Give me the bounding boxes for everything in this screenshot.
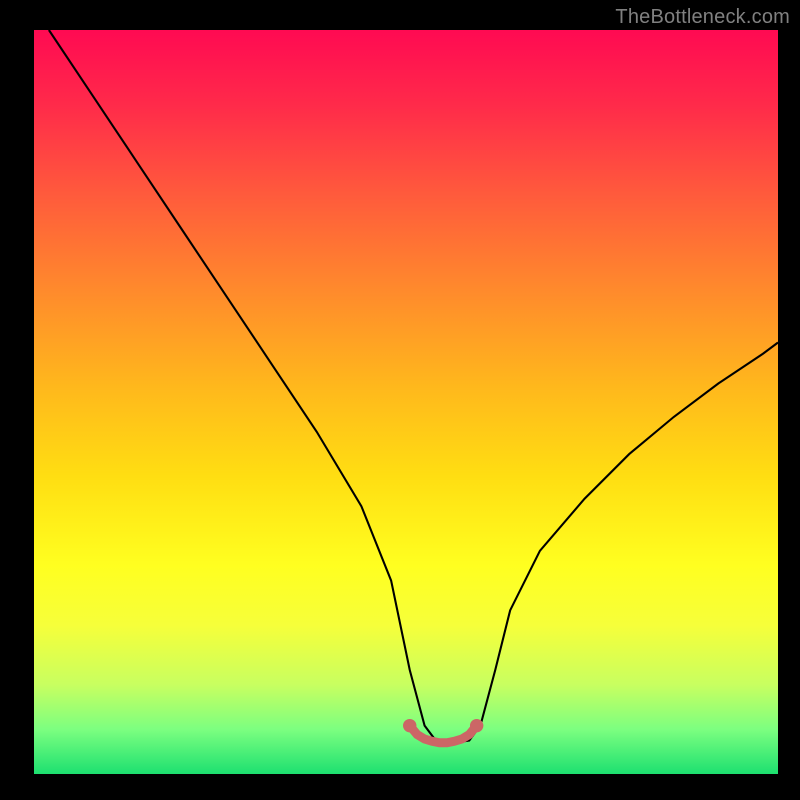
plot-area <box>34 30 778 774</box>
flat-bottom-dot-left <box>403 719 416 732</box>
chart-svg <box>34 30 778 774</box>
flat-bottom-line <box>410 726 477 743</box>
watermark-text: TheBottleneck.com <box>615 6 790 29</box>
chart-frame: TheBottleneck.com <box>0 0 800 800</box>
flat-bottom-dot-right <box>470 719 483 732</box>
bottleneck-curve <box>49 30 778 743</box>
